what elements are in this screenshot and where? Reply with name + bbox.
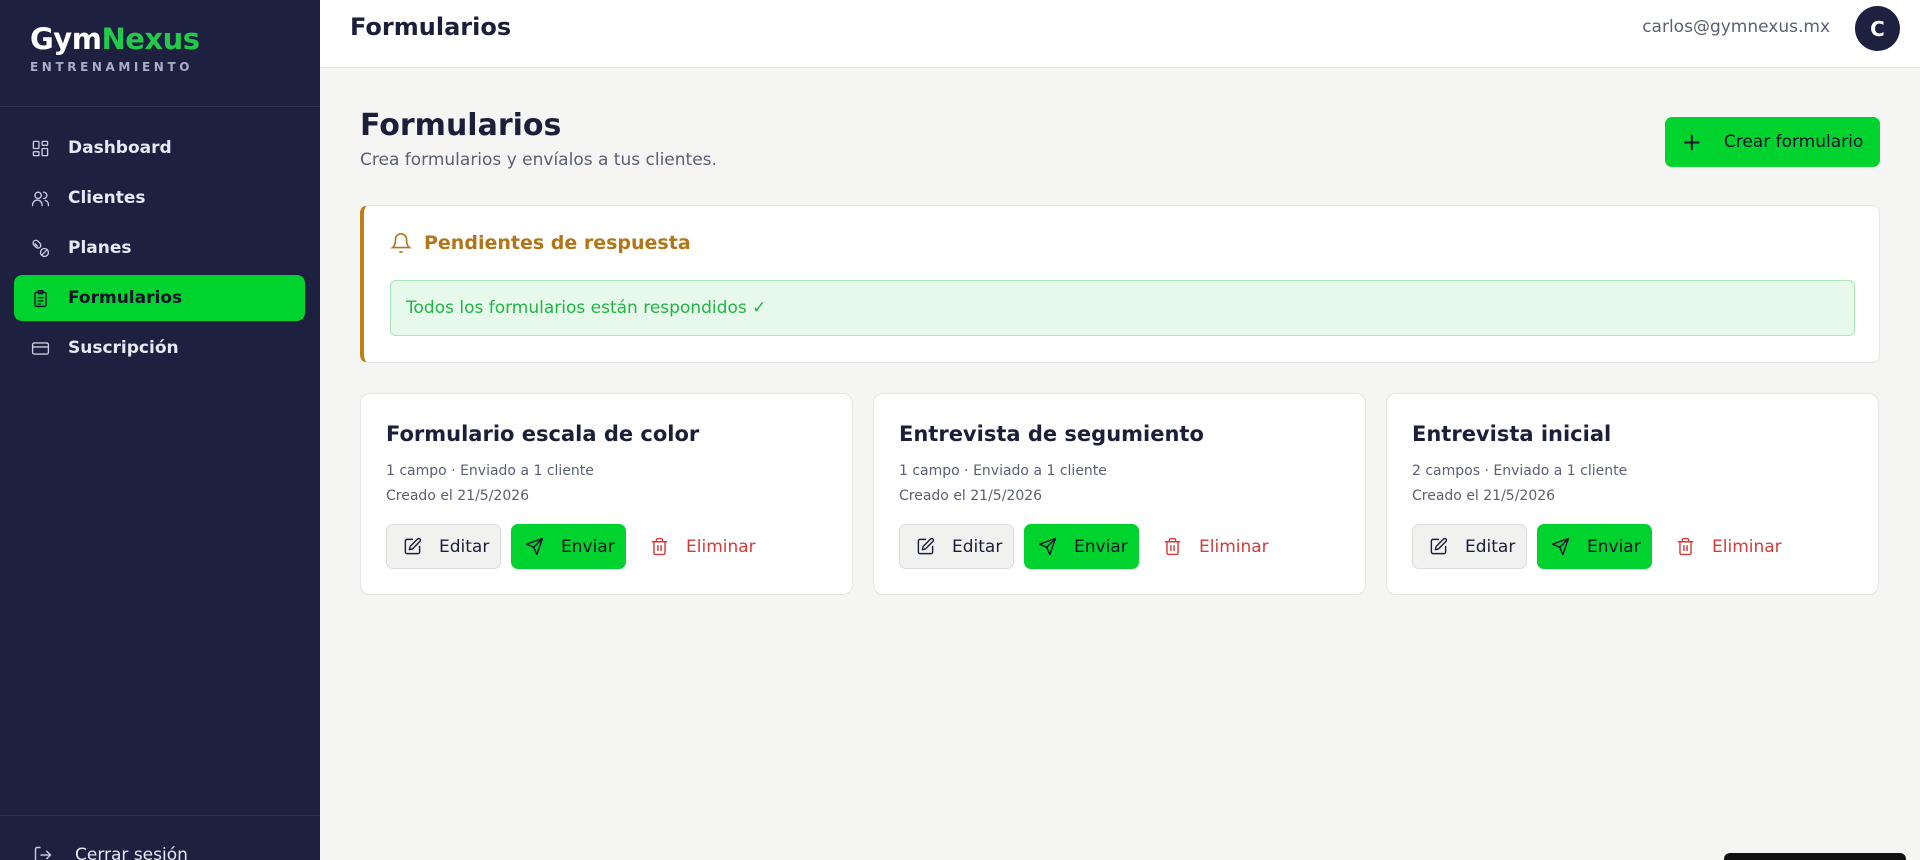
trash-icon [1677, 537, 1694, 556]
edit-label: Editar [952, 536, 1003, 557]
form-card: Entrevista inicial 2 campos · Enviado a … [1386, 393, 1879, 595]
delete-button[interactable]: Eliminar [650, 524, 756, 569]
delete-label: Eliminar [1199, 536, 1269, 557]
sidebar-item-clientes[interactable]: Clientes [14, 175, 305, 221]
form-title: Formulario escala de color [386, 422, 700, 446]
send-icon [525, 537, 544, 556]
delete-button[interactable]: Eliminar [1676, 524, 1782, 569]
users-icon [30, 188, 50, 208]
edit-icon [1430, 537, 1448, 555]
user-email: carlos@gymnexus.mx [1642, 17, 1830, 37]
logout-button[interactable]: Cerrar sesión [33, 845, 188, 860]
sidebar-nav: Dashboard Clientes Planes Formularios Su… [14, 125, 305, 375]
edit-icon [917, 537, 935, 555]
logout-icon [34, 846, 52, 860]
delete-button[interactable]: Eliminar [1163, 524, 1269, 569]
send-button[interactable]: Enviar [1537, 524, 1652, 569]
credit-card-icon [30, 338, 50, 358]
sidebar-item-formularios[interactable]: Formularios [14, 275, 305, 321]
sidebar-item-suscripcion[interactable]: Suscripción [14, 325, 305, 371]
top-bar: Formularios carlos@gymnexus.mx C [320, 0, 1920, 68]
form-fields-info: 2 campos · Enviado a 1 cliente [1412, 463, 1628, 479]
create-form-button[interactable]: + Crear formulario [1665, 117, 1880, 167]
form-actions: Editar Enviar Eliminar [1412, 524, 1782, 569]
delete-label: Eliminar [686, 536, 756, 557]
brand-name: GymNexus [30, 22, 200, 56]
edit-icon [404, 537, 422, 555]
edit-button[interactable]: Editar [1412, 524, 1527, 569]
send-icon [1038, 537, 1057, 556]
page-title: Formularios [360, 108, 562, 143]
form-actions: Editar Enviar Eliminar [899, 524, 1269, 569]
form-meta: 1 campo · Enviado a 1 cliente Creado el … [899, 459, 1107, 509]
form-created-date: Creado el 21/5/2026 [386, 488, 530, 504]
brand-logo[interactable]: GymNexus ENTRENAMIENTO [30, 22, 200, 74]
form-card: Formulario escala de color 1 campo · Env… [360, 393, 853, 595]
edit-label: Editar [1465, 536, 1516, 557]
sidebar-item-label: Formularios [68, 288, 183, 308]
form-fields-info: 1 campo · Enviado a 1 cliente [899, 463, 1107, 479]
form-title: Entrevista inicial [1412, 422, 1612, 446]
sidebar-divider [0, 106, 320, 107]
sidebar-item-dashboard[interactable]: Dashboard [14, 125, 305, 171]
form-created-date: Creado el 21/5/2026 [899, 488, 1043, 504]
form-fields-info: 1 campo · Enviado a 1 cliente [386, 463, 594, 479]
create-form-label: Crear formulario [1723, 132, 1864, 152]
send-icon [1551, 537, 1570, 556]
sidebar-footer-divider [0, 815, 320, 816]
sidebar-item-label: Planes [68, 238, 132, 258]
brand-subtitle: ENTRENAMIENTO [30, 60, 194, 74]
plus-icon: + [1681, 128, 1702, 156]
form-card: Entrevista de segumiento 1 campo · Envia… [873, 393, 1366, 595]
pills-icon [30, 238, 50, 258]
send-label: Enviar [1587, 536, 1641, 557]
send-label: Enviar [1074, 536, 1128, 557]
form-meta: 2 campos · Enviado a 1 cliente Creado el… [1412, 459, 1627, 509]
delete-label: Eliminar [1712, 536, 1782, 557]
dashboard-icon [30, 138, 50, 158]
sidebar-item-label: Dashboard [68, 138, 172, 158]
clipboard-icon [30, 288, 50, 308]
form-created-date: Creado el 21/5/2026 [1412, 488, 1556, 504]
edit-label: Editar [439, 536, 490, 557]
form-meta: 1 campo · Enviado a 1 cliente Creado el … [386, 459, 594, 509]
page-subtitle: Crea formularios y envíalos a tus client… [360, 150, 717, 170]
send-button[interactable]: Enviar [511, 524, 626, 569]
form-title: Entrevista de segumiento [899, 422, 1204, 446]
floating-toast-edge [1724, 853, 1906, 860]
sidebar-item-planes[interactable]: Planes [14, 225, 305, 271]
sidebar-item-label: Clientes [68, 188, 146, 208]
pending-title: Pendientes de respuesta [424, 232, 691, 254]
edit-button[interactable]: Editar [899, 524, 1014, 569]
trash-icon [1164, 537, 1181, 556]
sidebar-item-label: Suscripción [68, 338, 179, 358]
avatar[interactable]: C [1855, 6, 1900, 51]
sidebar: GymNexus ENTRENAMIENTO Dashboard Cliente… [0, 0, 320, 860]
send-button[interactable]: Enviar [1024, 524, 1139, 569]
bell-icon [390, 233, 412, 253]
pending-status-message: Todos los formularios están respondidos … [390, 280, 1855, 336]
topbar-title: Formularios [350, 13, 512, 41]
pending-responses-panel: Pendientes de respuesta Todos los formul… [360, 205, 1880, 363]
form-actions: Editar Enviar Eliminar [386, 524, 756, 569]
trash-icon [651, 537, 668, 556]
pending-header: Pendientes de respuesta [390, 232, 691, 254]
send-label: Enviar [561, 536, 615, 557]
forms-list: Formulario escala de color 1 campo · Env… [360, 393, 1880, 595]
logout-label: Cerrar sesión [75, 845, 188, 860]
edit-button[interactable]: Editar [386, 524, 501, 569]
